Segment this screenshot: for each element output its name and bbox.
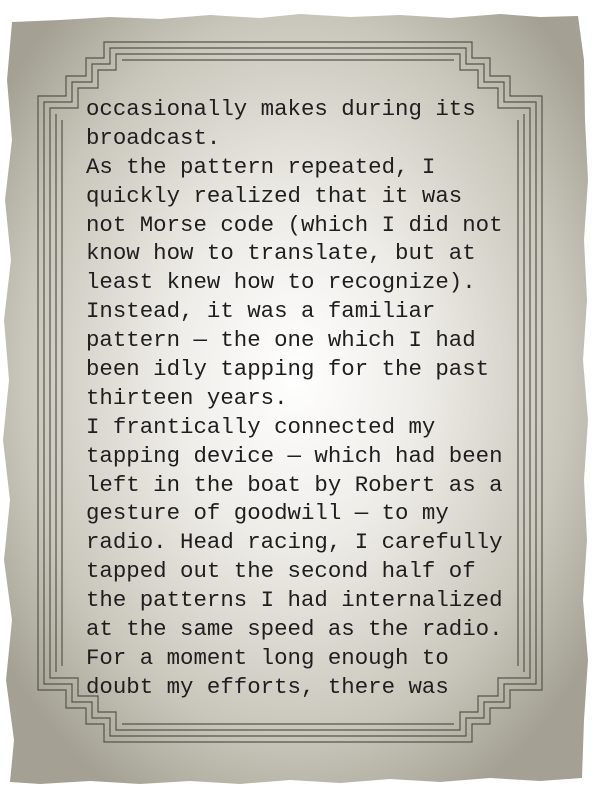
passage-line: the patterns I had internalized — [86, 587, 503, 614]
passage-line: know how to translate, but at — [86, 240, 476, 267]
passage-line: For a moment long enough to — [86, 644, 449, 671]
passage-line: quickly realized that it was — [86, 182, 463, 209]
passage-line: doubt my efforts, there was — [86, 673, 449, 700]
passage-line: least knew how to recognize). — [86, 269, 476, 296]
passage-line: left in the boat by Robert as a — [86, 471, 503, 498]
passage-line: not Morse code (which I did not — [86, 211, 503, 238]
passage-line: tapping device — which had been — [86, 442, 503, 469]
passage-line: gesture of goodwill — to my — [86, 500, 449, 527]
passage-line: radio. Head racing, I carefully — [86, 529, 503, 556]
passage-line: thirteen years. — [86, 384, 288, 411]
passage-line: broadcast. — [86, 124, 221, 151]
passage-line: occasionally makes during its — [86, 96, 476, 122]
passage-line: at the same speed as the radio. — [86, 616, 503, 643]
passage-line: tapped out the second half of — [86, 558, 476, 585]
passage-line: been idly tapping for the past — [86, 356, 490, 383]
page: occasionally makes during its broadcast.… — [0, 0, 612, 792]
passage-line: As the pattern repeated, I — [86, 153, 436, 180]
passage-line: I frantically connected my — [86, 413, 436, 440]
passage-line: pattern — the one which I had — [86, 327, 476, 354]
passage-text: occasionally makes during its broadcast.… — [86, 95, 556, 702]
passage-line: Instead, it was a familiar — [86, 298, 436, 325]
